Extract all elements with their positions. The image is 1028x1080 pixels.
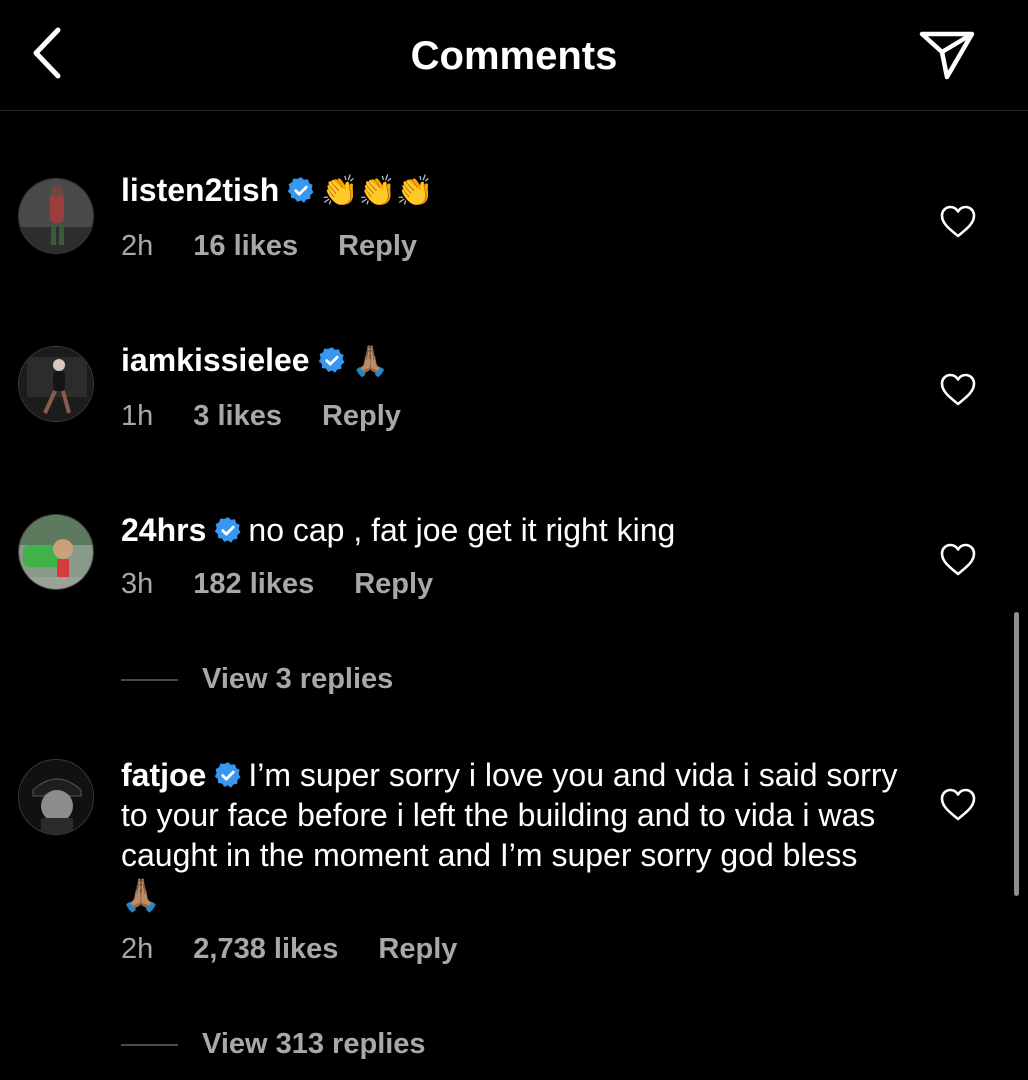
reply-button[interactable]: Reply [338,230,417,262]
reply-button[interactable]: Reply [322,400,401,432]
avatar-image [19,347,93,421]
comment-body: 🙏🏽 [351,345,389,378]
view-replies-label: View 313 replies [202,1028,426,1060]
avatar-image [19,179,93,253]
username[interactable]: 24hrs [121,512,206,548]
comment-text: 24hrs no cap , fat joe get it right king [121,510,901,550]
username[interactable]: iamkissielee [121,342,310,378]
likes-count[interactable]: 182 likes [193,568,314,600]
comment-body: 👏👏👏 [321,175,434,208]
paper-plane-icon [919,31,975,80]
comment-meta: 1h 3 likes Reply [121,398,901,434]
avatar[interactable] [18,178,94,254]
avatar-image [19,515,93,589]
timestamp: 1h [121,400,154,432]
reply-button[interactable]: Reply [378,933,457,965]
avatar[interactable] [18,759,94,835]
verified-badge-icon [215,762,241,788]
timestamp: 3h [121,568,154,600]
page-title: Comments [410,34,618,78]
username[interactable]: listen2tish [121,172,279,208]
share-button[interactable] [918,28,976,82]
likes-count[interactable]: 3 likes [193,400,282,432]
comment-text: iamkissielee 🙏🏽 [121,340,901,382]
reply-button[interactable]: Reply [354,568,433,600]
top-bar: Comments [0,0,1028,111]
avatar-image [19,760,93,834]
verified-badge-icon [318,347,345,373]
avatar[interactable] [18,514,94,590]
timestamp: 2h [121,230,154,262]
view-replies-button[interactable]: View 3 replies [121,663,393,703]
comment-meta: 2h 16 likes Reply [121,228,901,264]
comment-body: no cap , fat joe get it right king [248,512,676,548]
heart-icon[interactable] [940,543,976,577]
verified-badge-icon [288,177,314,203]
view-replies-label: View 3 replies [202,663,394,695]
heart-icon[interactable] [940,788,976,822]
view-replies-button[interactable]: View 313 replies [121,1028,426,1068]
comment-meta: 3h 182 likes Reply [121,566,901,602]
comment-text: fatjoe I’m super sorry i love you and vid… [121,755,901,915]
scrollbar[interactable] [1014,612,1019,896]
divider-line [121,1044,178,1047]
divider-line [121,679,178,682]
heart-icon[interactable] [940,373,976,407]
username[interactable]: fatjoe [121,757,206,793]
comment-text: listen2tish 👏👏👏 [121,170,901,212]
avatar[interactable] [18,346,94,422]
heart-icon[interactable] [940,205,976,239]
timestamp: 2h [121,933,154,965]
likes-count[interactable]: 16 likes [193,230,298,262]
comment-meta: 2h 2,738 likes Reply [121,931,901,967]
likes-count[interactable]: 2,738 likes [193,933,338,965]
verified-badge-icon [215,517,241,543]
